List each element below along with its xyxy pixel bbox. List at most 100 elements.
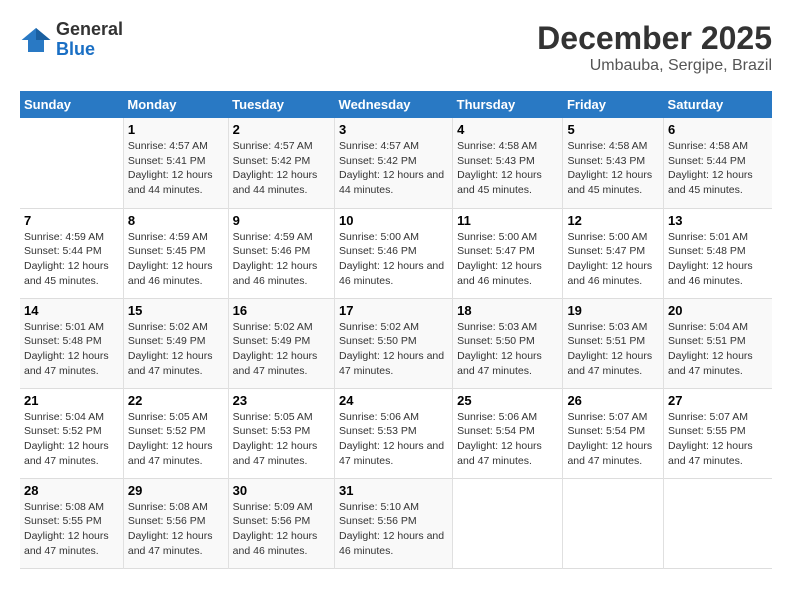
calendar-cell: 8Sunrise: 4:59 AMSunset: 5:45 PMDaylight…	[123, 208, 228, 298]
calendar-week-row: 28 Sunrise: 5:08 AMSunset: 5:55 PMDayligh…	[20, 478, 772, 568]
day-info: Sunrise: 4:58 AMSunset: 5:43 PMDaylight:…	[457, 139, 558, 198]
day-number: 10	[339, 213, 448, 228]
logo: General Blue	[20, 20, 123, 60]
day-number: 3	[339, 122, 448, 137]
calendar-cell: 12Sunrise: 5:00 AMSunset: 5:47 PMDayligh…	[563, 208, 664, 298]
day-info: Sunrise: 4:58 AMSunset: 5:44 PMDaylight:…	[668, 139, 768, 198]
day-info: Sunrise: 5:04 AMSunset: 5:52 PMDaylight:…	[24, 410, 119, 469]
day-number: 27	[668, 393, 768, 408]
day-number: 23	[233, 393, 330, 408]
calendar-cell: 5 Sunrise: 4:58 AMSunset: 5:43 PMDaylight…	[563, 118, 664, 208]
day-info: Sunrise: 5:02 AMSunset: 5:49 PMDaylight:…	[128, 320, 224, 379]
day-number: 15	[128, 303, 224, 318]
weekday-header-saturday: Saturday	[664, 91, 772, 118]
day-info: Sunrise: 5:01 AMSunset: 5:48 PMDaylight:…	[24, 320, 119, 379]
weekday-header-friday: Friday	[563, 91, 664, 118]
day-info: Sunrise: 5:00 AMSunset: 5:47 PMDaylight:…	[457, 230, 558, 289]
day-info: Sunrise: 5:08 AMSunset: 5:55 PMDaylight:…	[24, 500, 119, 559]
calendar-cell: 30 Sunrise: 5:09 AMSunset: 5:56 PMDayligh…	[228, 478, 334, 568]
calendar-cell: 13Sunrise: 5:01 AMSunset: 5:48 PMDayligh…	[664, 208, 772, 298]
calendar-cell: 14 Sunrise: 5:01 AMSunset: 5:48 PMDayligh…	[20, 298, 123, 388]
weekday-header-sunday: Sunday	[20, 91, 123, 118]
calendar-cell: 6 Sunrise: 4:58 AMSunset: 5:44 PMDaylight…	[664, 118, 772, 208]
day-info: Sunrise: 5:10 AMSunset: 5:56 PMDaylight:…	[339, 500, 448, 559]
weekday-header-tuesday: Tuesday	[228, 91, 334, 118]
calendar-cell: 22 Sunrise: 5:05 AMSunset: 5:52 PMDayligh…	[123, 388, 228, 478]
day-number: 24	[339, 393, 448, 408]
day-info: Sunrise: 5:08 AMSunset: 5:56 PMDaylight:…	[128, 500, 224, 559]
weekday-header-row: SundayMondayTuesdayWednesdayThursdayFrid…	[20, 91, 772, 118]
calendar-cell: 10Sunrise: 5:00 AMSunset: 5:46 PMDayligh…	[335, 208, 453, 298]
day-number: 4	[457, 122, 558, 137]
day-number: 25	[457, 393, 558, 408]
calendar-cell: 4 Sunrise: 4:58 AMSunset: 5:43 PMDaylight…	[453, 118, 563, 208]
day-number: 29	[128, 483, 224, 498]
calendar-cell: 3 Sunrise: 4:57 AMSunset: 5:42 PMDaylight…	[335, 118, 453, 208]
day-number: 13	[668, 213, 768, 228]
day-number: 14	[24, 303, 119, 318]
title-area: December 2025 Umbauba, Sergipe, Brazil	[537, 20, 772, 75]
day-number: 6	[668, 122, 768, 137]
day-number: 21	[24, 393, 119, 408]
calendar-cell: 29 Sunrise: 5:08 AMSunset: 5:56 PMDayligh…	[123, 478, 228, 568]
location-subtitle: Umbauba, Sergipe, Brazil	[537, 57, 772, 75]
day-info: Sunrise: 4:59 AMSunset: 5:44 PMDaylight:…	[24, 230, 119, 289]
day-info: Sunrise: 4:57 AMSunset: 5:42 PMDaylight:…	[339, 139, 448, 198]
calendar-cell: 19Sunrise: 5:03 AMSunset: 5:51 PMDayligh…	[563, 298, 664, 388]
day-info: Sunrise: 5:04 AMSunset: 5:51 PMDaylight:…	[668, 320, 768, 379]
calendar-cell: 11 Sunrise: 5:00 AMSunset: 5:47 PMDayligh…	[453, 208, 563, 298]
day-info: Sunrise: 4:57 AMSunset: 5:41 PMDaylight:…	[128, 139, 224, 198]
calendar-cell: 9 Sunrise: 4:59 AMSunset: 5:46 PMDaylight…	[228, 208, 334, 298]
logo-icon	[20, 24, 52, 56]
day-number: 8	[128, 213, 224, 228]
day-number: 5	[567, 122, 659, 137]
weekday-header-wednesday: Wednesday	[335, 91, 453, 118]
calendar-cell	[20, 118, 123, 208]
weekday-header-thursday: Thursday	[453, 91, 563, 118]
day-info: Sunrise: 5:07 AMSunset: 5:54 PMDaylight:…	[567, 410, 659, 469]
calendar-cell: 16 Sunrise: 5:02 AMSunset: 5:49 PMDayligh…	[228, 298, 334, 388]
month-year-title: December 2025	[537, 20, 772, 57]
day-info: Sunrise: 5:03 AMSunset: 5:51 PMDaylight:…	[567, 320, 659, 379]
day-number: 20	[668, 303, 768, 318]
calendar-cell: 20 Sunrise: 5:04 AMSunset: 5:51 PMDayligh…	[664, 298, 772, 388]
calendar-cell: 18Sunrise: 5:03 AMSunset: 5:50 PMDayligh…	[453, 298, 563, 388]
day-number: 26	[567, 393, 659, 408]
calendar-cell: 26 Sunrise: 5:07 AMSunset: 5:54 PMDayligh…	[563, 388, 664, 478]
calendar-table: SundayMondayTuesdayWednesdayThursdayFrid…	[20, 91, 772, 569]
day-number: 2	[233, 122, 330, 137]
weekday-header-monday: Monday	[123, 91, 228, 118]
day-info: Sunrise: 4:58 AMSunset: 5:43 PMDaylight:…	[567, 139, 659, 198]
calendar-cell: 23Sunrise: 5:05 AMSunset: 5:53 PMDayligh…	[228, 388, 334, 478]
day-info: Sunrise: 5:02 AMSunset: 5:49 PMDaylight:…	[233, 320, 330, 379]
day-info: Sunrise: 5:03 AMSunset: 5:50 PMDaylight:…	[457, 320, 558, 379]
day-info: Sunrise: 4:59 AMSunset: 5:46 PMDaylight:…	[233, 230, 330, 289]
day-number: 11	[457, 213, 558, 228]
calendar-cell: 1 Sunrise: 4:57 AMSunset: 5:41 PMDaylight…	[123, 118, 228, 208]
day-number: 22	[128, 393, 224, 408]
day-number: 17	[339, 303, 448, 318]
calendar-cell	[453, 478, 563, 568]
calendar-cell: 17 Sunrise: 5:02 AMSunset: 5:50 PMDayligh…	[335, 298, 453, 388]
day-number: 1	[128, 122, 224, 137]
calendar-cell: 7 Sunrise: 4:59 AMSunset: 5:44 PMDaylight…	[20, 208, 123, 298]
logo-general-text: General	[56, 19, 123, 39]
day-number: 9	[233, 213, 330, 228]
day-info: Sunrise: 5:09 AMSunset: 5:56 PMDaylight:…	[233, 500, 330, 559]
calendar-week-row: 1 Sunrise: 4:57 AMSunset: 5:41 PMDaylight…	[20, 118, 772, 208]
calendar-week-row: 14 Sunrise: 5:01 AMSunset: 5:48 PMDayligh…	[20, 298, 772, 388]
day-number: 30	[233, 483, 330, 498]
calendar-week-row: 7 Sunrise: 4:59 AMSunset: 5:44 PMDaylight…	[20, 208, 772, 298]
day-number: 28	[24, 483, 119, 498]
logo-text: General Blue	[56, 20, 123, 60]
calendar-cell: 27Sunrise: 5:07 AMSunset: 5:55 PMDayligh…	[664, 388, 772, 478]
calendar-cell	[563, 478, 664, 568]
day-info: Sunrise: 4:57 AMSunset: 5:42 PMDaylight:…	[233, 139, 330, 198]
day-info: Sunrise: 5:02 AMSunset: 5:50 PMDaylight:…	[339, 320, 448, 379]
day-number: 16	[233, 303, 330, 318]
day-info: Sunrise: 5:06 AMSunset: 5:53 PMDaylight:…	[339, 410, 448, 469]
calendar-cell: 28 Sunrise: 5:08 AMSunset: 5:55 PMDayligh…	[20, 478, 123, 568]
day-number: 7	[24, 213, 119, 228]
day-info: Sunrise: 5:05 AMSunset: 5:52 PMDaylight:…	[128, 410, 224, 469]
calendar-cell: 21 Sunrise: 5:04 AMSunset: 5:52 PMDayligh…	[20, 388, 123, 478]
